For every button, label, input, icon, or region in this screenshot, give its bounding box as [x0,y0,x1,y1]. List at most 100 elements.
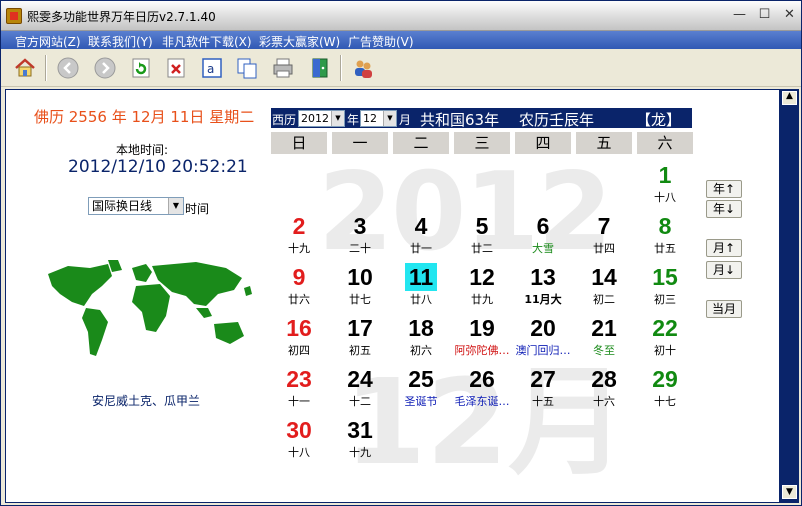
day-cell[interactable]: 25 圣诞节 [393,365,449,413]
back-icon[interactable] [54,54,82,82]
lunar-date: 廿七 [349,293,371,306]
day-number: 13 [530,264,556,290]
lunar-date: 十二 [349,395,371,408]
weekday-thu: 四 [515,132,571,154]
day-cell[interactable]: 10 廿七 [332,263,388,311]
day-cell[interactable]: 21 冬至 [576,314,632,362]
day-cell[interactable]: 20 澳门回归… [515,314,571,362]
day-cell[interactable]: 28 十六 [576,365,632,413]
lunar-date: 初二 [593,293,615,306]
this-month-button[interactable]: 当月 [706,300,742,318]
home-icon[interactable] [11,54,39,82]
lunar-date: 廿六 [288,293,310,306]
menu-contact-us[interactable]: 联系我们(Y) [88,33,153,50]
maximize-button[interactable]: ☐ [754,6,775,25]
local-time-label: 本地时间: [116,143,169,157]
day-number: 1 [658,162,672,188]
day-cell[interactable]: 5 廿二 [454,212,510,260]
day-cell[interactable]: 1 十八 [637,161,693,209]
scroll-up-icon[interactable]: ▲ [782,91,797,105]
day-number: 22 [652,315,678,341]
menu-sponsor[interactable]: 广告赞助(V) [348,33,414,50]
day-number: 16 [286,315,312,341]
day-cell[interactable]: 14 初二 [576,263,632,311]
lunar-date: 阿弥陀佛… [454,344,510,357]
scroll-down-icon[interactable]: ▼ [782,485,797,499]
day-cell-today[interactable]: 11 廿八 [393,263,449,311]
weekday-mon: 一 [332,132,388,154]
lunar-date: 十五 [532,395,554,408]
copy-icon[interactable] [233,54,261,82]
day-cell[interactable]: 19 阿弥陀佛… [454,314,510,362]
delete-icon[interactable] [162,54,190,82]
year-select[interactable]: 2012 ▼ [298,110,345,127]
lunar-date: 初四 [288,344,310,357]
lunar-date: 初十 [654,344,676,357]
close-button[interactable]: ✕ [779,6,800,25]
world-map[interactable] [46,258,256,362]
lunar-date: 十六 [593,395,615,408]
month-down-button[interactable]: 月↓ [706,261,742,279]
app-icon [6,8,22,24]
day-number: 4 [414,213,428,239]
menu-software-download[interactable]: 非凡软件下载(X) [162,33,252,50]
text-icon[interactable]: a [198,54,226,82]
year-down-button[interactable]: 年↓ [706,200,742,218]
place-name: 安尼威土克、瓜甲兰 [91,394,200,408]
refresh-icon[interactable] [127,54,155,82]
lunar-date: 十八 [288,446,310,459]
lunar-date: 圣诞节 [404,395,438,408]
day-cell[interactable]: 6 大雪 [515,212,571,260]
day-number: 18 [408,315,434,341]
day-cell[interactable]: 27 十五 [515,365,571,413]
year-select-value: 2012 [301,112,329,125]
title-bar[interactable]: 熙雯多功能世界万年日历v2.7.1.40 — ☐ ✕ [1,1,801,31]
gregorian-label: 西历 [272,113,297,127]
buddhist-date: 佛历 2556 年 12月 11日 星期二 [34,108,255,126]
timezone-value: 国际换日线 [92,199,153,213]
day-cell[interactable]: 29 十七 [637,365,693,413]
day-cell[interactable]: 26 毛泽东诞… [454,365,510,413]
day-cell[interactable]: 23 十一 [271,365,327,413]
forward-icon[interactable] [91,54,119,82]
day-cell[interactable]: 30 十八 [271,416,327,464]
day-cell[interactable]: 4 廿一 [393,212,449,260]
day-cell[interactable]: 15 初三 [637,263,693,311]
print-icon[interactable] [269,54,297,82]
day-cell[interactable]: 24 十二 [332,365,388,413]
day-cell[interactable]: 31 十九 [332,416,388,464]
day-cell[interactable]: 22 初十 [637,314,693,362]
day-cell[interactable]: 16 初四 [271,314,327,362]
zodiac: 【龙】 [636,111,682,129]
day-cell[interactable]: 3 二十 [332,212,388,260]
lunar-date: 廿一 [410,242,432,255]
day-cell[interactable]: 12 廿九 [454,263,510,311]
menu-lottery[interactable]: 彩票大赢家(W) [259,33,340,50]
day-number: 15 [652,264,678,290]
day-cell[interactable]: 8 廿五 [637,212,693,260]
dropdown-arrow-icon[interactable]: ▼ [331,111,344,126]
day-cell[interactable]: 13 11月大 [515,263,571,311]
dropdown-arrow-icon[interactable]: ▼ [383,111,396,126]
users-icon[interactable] [349,54,377,82]
vertical-scrollbar[interactable] [780,89,799,503]
day-cell[interactable]: 2 十九 [271,212,327,260]
day-number: 25 [408,366,434,392]
day-number: 21 [591,315,617,341]
minimize-button[interactable]: — [729,6,750,25]
day-cell[interactable]: 18 初六 [393,314,449,362]
month-up-button[interactable]: 月↑ [706,239,742,257]
day-number: 14 [591,264,617,290]
day-cell[interactable]: 9 廿六 [271,263,327,311]
exit-icon[interactable] [306,54,334,82]
day-cell[interactable]: 7 廿四 [576,212,632,260]
dropdown-arrow-icon[interactable]: ▼ [168,198,183,214]
day-number: 5 [475,213,489,239]
month-select[interactable]: 12 ▼ [360,110,397,127]
day-cell[interactable]: 17 初五 [332,314,388,362]
lunar-date: 十八 [654,191,676,204]
menu-official-site[interactable]: 官方网站(Z) [15,33,81,50]
weekday-sun: 日 [271,132,327,154]
year-up-button[interactable]: 年↑ [706,180,742,198]
timezone-select[interactable]: 国际换日线 ▼ [88,197,184,215]
